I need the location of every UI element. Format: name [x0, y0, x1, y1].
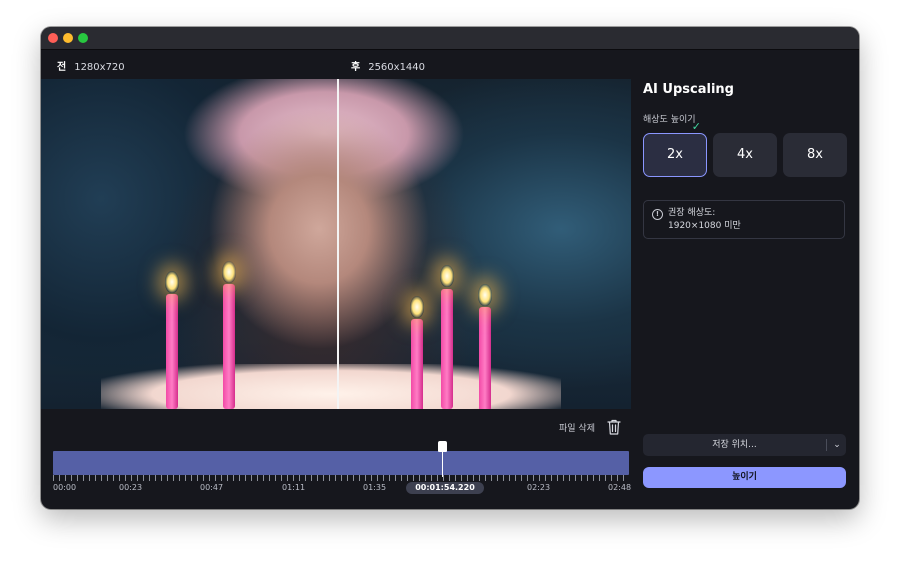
timeline-ticks [53, 475, 629, 481]
maximize-window-button[interactable] [78, 33, 88, 43]
recommendation-info-box: ! 권장 해상도: 1920×1080 미만 [643, 200, 845, 239]
scale-2x-button[interactable]: 2x ✓ [643, 121, 707, 177]
info-icon: ! [652, 209, 663, 220]
video-preview[interactable] [41, 79, 631, 409]
panel-title: AI Upscaling [643, 82, 734, 97]
check-icon: ✓ [691, 120, 701, 133]
timeline-label: 01:35 [363, 483, 387, 492]
video-frame-flame [410, 296, 424, 318]
minimize-window-button[interactable] [63, 33, 73, 43]
upscale-section-label: 해상도 높이기 [643, 115, 696, 125]
timeline-label: 01:11 [282, 483, 306, 492]
timeline-track[interactable] [53, 451, 629, 475]
scale-4x-button[interactable]: 4x [713, 133, 777, 177]
before-label: 전 1280x720 [57, 58, 125, 73]
video-frame-flame [440, 265, 454, 287]
before-resolution: 1280x720 [74, 62, 125, 73]
timeline-label: 00:00 [53, 483, 77, 492]
after-label: 후 2560x1440 [351, 58, 425, 73]
video-frame-flame [222, 261, 236, 283]
upscale-button[interactable]: 높이기 [643, 467, 846, 488]
video-frame-flame [165, 271, 179, 293]
delete-file-label[interactable]: 파일 삭제 [559, 421, 595, 434]
chevron-down-icon[interactable]: ⌄ [830, 434, 844, 456]
timeline-label: 00:47 [200, 483, 224, 492]
close-window-button[interactable] [48, 33, 58, 43]
timeline-label: 00:23 [119, 483, 143, 492]
before-tag: 전 [57, 62, 67, 73]
video-frame-flame [478, 284, 492, 306]
video-frame-candle [479, 307, 491, 409]
current-time-badge: 00:01:54.220 [406, 482, 484, 494]
recommendation-line-1: 권장 해상도: [668, 208, 716, 218]
recommendation-text: 권장 해상도: 1920×1080 미만 [668, 207, 741, 233]
timeline-label: 02:23 [527, 483, 551, 492]
timeline-label: 02:48 [608, 483, 632, 492]
scale-8x-label: 8x [807, 147, 823, 162]
app-window: 전 1280x720 후 2560x1440 파일 삭제 00:00 00:23 0… [41, 27, 859, 509]
scale-2x-label: 2x [667, 147, 683, 162]
recommendation-line-2: 1920×1080 미만 [668, 221, 741, 231]
after-resolution: 2560x1440 [368, 62, 426, 73]
video-frame-candle [223, 284, 235, 409]
compare-split-handle[interactable] [337, 79, 339, 409]
trash-icon[interactable] [607, 419, 621, 435]
scale-8x-button[interactable]: 8x [783, 133, 847, 177]
save-location-dropdown[interactable]: 저장 위치... ⌄ [643, 434, 846, 456]
save-location-divider [826, 439, 827, 451]
video-frame-candle [441, 289, 453, 409]
title-bar [41, 27, 859, 50]
scale-4x-label: 4x [737, 147, 753, 162]
after-tag: 후 [351, 62, 361, 73]
video-frame-candle [166, 294, 178, 409]
playhead-handle[interactable] [438, 441, 447, 452]
save-location-label: 저장 위치... [712, 440, 757, 450]
video-frame-candle [411, 319, 423, 409]
